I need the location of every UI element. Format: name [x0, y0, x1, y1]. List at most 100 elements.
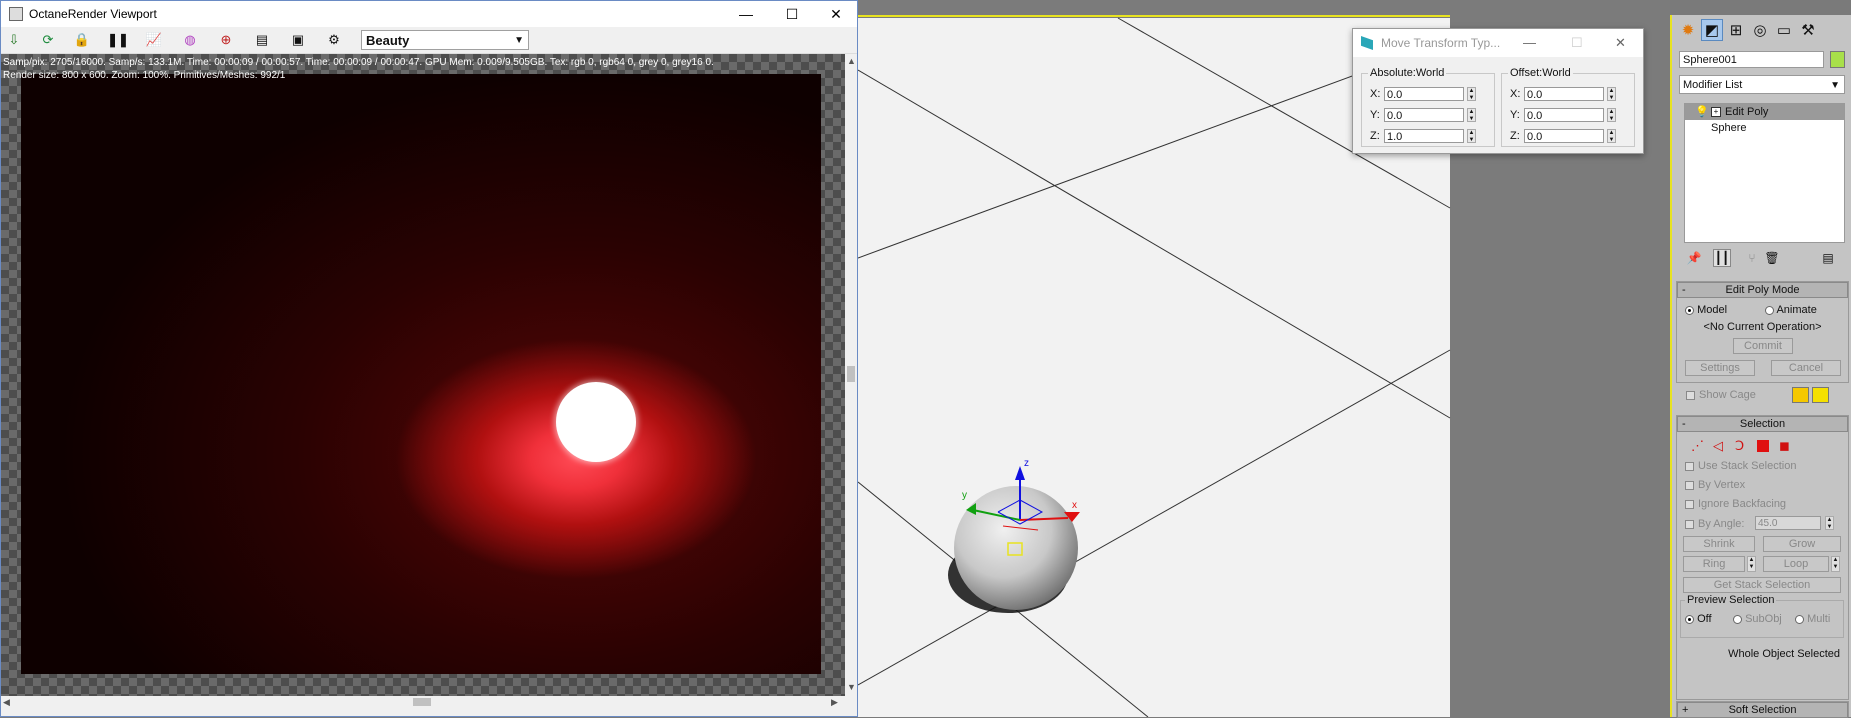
grow-button[interactable]: Grow	[1763, 536, 1841, 552]
model-radio[interactable]: Model	[1685, 304, 1727, 316]
remove-modifier-icon[interactable]: 🗑	[1763, 249, 1781, 267]
by-vertex-checkbox[interactable]: By Vertex	[1685, 479, 1745, 491]
pin-stack-icon[interactable]: 📌	[1685, 249, 1703, 267]
show-end-result-icon[interactable]: ┃┃	[1713, 249, 1731, 267]
shrink-button[interactable]: Shrink	[1683, 536, 1755, 552]
refresh-icon[interactable]: ⟳	[39, 31, 57, 49]
lock-icon[interactable]: 🔒	[73, 31, 91, 49]
save-icon[interactable]: ⇩	[5, 31, 23, 49]
modifier-stack[interactable]: 💡 + Edit Poly Sphere	[1684, 103, 1845, 243]
ignore-backfacing-check[interactable]	[1685, 499, 1694, 509]
window-minimize-button[interactable]: —	[723, 1, 769, 27]
ring-spinner[interactable]: ▲ ▼	[1747, 556, 1756, 572]
get-stack-selection-button[interactable]: Get Stack Selection	[1683, 577, 1841, 593]
object-color-swatch[interactable]	[1830, 51, 1845, 68]
octane-render-window[interactable]: OctaneRender Viewport — ☐ ✕ ⇩ ⟳ 🔒 ❚❚ 📈 ◍…	[0, 0, 858, 717]
edit-poly-mode-header[interactable]: - Edit Poly Mode	[1677, 282, 1848, 298]
by-angle-checkbox[interactable]: By Angle:	[1685, 518, 1744, 530]
cancel-button[interactable]: Cancel	[1771, 360, 1841, 376]
dialog-minimize-button[interactable]: —	[1523, 35, 1536, 50]
settings-icon[interactable]: ⚙	[325, 31, 343, 49]
animate-radio[interactable]: Animate	[1765, 304, 1817, 316]
radio-off[interactable]	[1685, 614, 1694, 624]
dialog-titlebar[interactable]: Move Transform Typ... — ☐ ✕	[1353, 29, 1643, 57]
modifier-list-dropdown[interactable]: Modifier List ▼	[1679, 75, 1845, 94]
preview-off-radio[interactable]: Off	[1685, 613, 1712, 625]
abs-x-spinner[interactable]: ▲ ▼	[1467, 87, 1476, 101]
settings-button[interactable]: Settings	[1685, 360, 1755, 376]
vertical-scroll-thumb[interactable]	[847, 366, 855, 382]
use-stack-check[interactable]	[1685, 461, 1694, 471]
render-canvas[interactable]	[1, 54, 845, 696]
scroll-down-icon[interactable]: ▼	[847, 682, 856, 692]
horizontal-scrollbar[interactable]: ◀ ▶	[1, 696, 845, 708]
radio-animate[interactable]	[1765, 305, 1774, 315]
selection-header[interactable]: - Selection	[1677, 416, 1848, 432]
angle-spinner[interactable]: ▲ ▼	[1825, 516, 1834, 530]
motion-tab-icon[interactable]: ◎	[1749, 19, 1771, 41]
edge-icon[interactable]: ◁	[1713, 438, 1723, 454]
show-cage-check[interactable]	[1686, 390, 1695, 400]
make-unique-icon[interactable]: ⑂	[1743, 249, 1761, 267]
modify-tab-icon[interactable]: ◩	[1701, 19, 1723, 41]
dialog-close-button[interactable]: ✕	[1615, 35, 1626, 51]
scroll-left-icon[interactable]: ◀	[3, 697, 10, 708]
expand-icon[interactable]: +	[1711, 107, 1721, 117]
soft-selection-header[interactable]: + Soft Selection	[1677, 702, 1848, 718]
octane-titlebar[interactable]: OctaneRender Viewport — ☐ ✕	[1, 1, 857, 27]
scroll-up-icon[interactable]: ▲	[847, 56, 856, 66]
render-pass-select[interactable]: Beauty ▼	[361, 30, 529, 50]
polygon-icon[interactable]	[1757, 440, 1769, 452]
camera-icon[interactable]: ▣	[289, 31, 307, 49]
stack-item-sphere[interactable]: Sphere	[1685, 120, 1844, 136]
off-x-spinner[interactable]: ▲ ▼	[1607, 87, 1616, 101]
film-icon[interactable]: ▤	[253, 31, 271, 49]
stack-item-edit-poly[interactable]: 💡 + Edit Poly	[1685, 104, 1844, 120]
vertical-scrollbar[interactable]: ▲ ▼	[845, 54, 857, 696]
off-x-input[interactable]: 0.0	[1524, 87, 1604, 101]
lightbulb-icon[interactable]: 💡	[1695, 104, 1709, 120]
utilities-tab-icon[interactable]: ⚒	[1797, 19, 1819, 41]
move-transform-dialog[interactable]: Move Transform Typ... — ☐ ✕ Absolute:Wor…	[1352, 28, 1644, 154]
by-angle-check[interactable]	[1685, 519, 1694, 529]
loop-button[interactable]: Loop	[1763, 556, 1829, 572]
abs-y-input[interactable]: 0.0	[1384, 108, 1464, 122]
preview-multi-radio[interactable]: Multi	[1795, 613, 1830, 625]
abs-z-input[interactable]: 1.0	[1384, 129, 1464, 143]
color-picker-icon[interactable]: ◍	[181, 31, 199, 49]
radio-multi[interactable]	[1795, 614, 1804, 624]
border-icon[interactable]: Ↄ	[1735, 438, 1744, 454]
by-vertex-check[interactable]	[1685, 480, 1694, 490]
angle-input[interactable]: 45.0	[1755, 516, 1821, 530]
display-tab-icon[interactable]: ▭	[1773, 19, 1795, 41]
abs-x-input[interactable]: 0.0	[1384, 87, 1464, 101]
vertex-icon[interactable]: ⋰	[1691, 438, 1704, 454]
configure-modifier-sets-icon[interactable]: ▤	[1819, 249, 1837, 267]
commit-button[interactable]: Commit	[1733, 338, 1793, 354]
window-maximize-button[interactable]: ☐	[769, 1, 815, 27]
ring-button[interactable]: Ring	[1683, 556, 1745, 572]
off-z-input[interactable]: 0.0	[1524, 129, 1604, 143]
cage-color-swatch-1[interactable]	[1792, 387, 1809, 403]
ignore-backfacing-checkbox[interactable]: Ignore Backfacing	[1685, 498, 1786, 510]
off-y-input[interactable]: 0.0	[1524, 108, 1604, 122]
cage-color-swatch-2[interactable]	[1812, 387, 1829, 403]
hierarchy-tab-icon[interactable]: ⊞	[1725, 19, 1747, 41]
object-name-field[interactable]: Sphere001	[1679, 51, 1824, 68]
off-z-spinner[interactable]: ▲ ▼	[1607, 129, 1616, 143]
scroll-right-icon[interactable]: ▶	[831, 697, 838, 708]
radio-model[interactable]	[1685, 305, 1694, 315]
element-icon[interactable]: ◼	[1779, 438, 1790, 454]
preview-subobj-radio[interactable]: SubObj	[1733, 613, 1782, 625]
create-tab-icon[interactable]: ✹	[1677, 19, 1699, 41]
off-y-spinner[interactable]: ▲ ▼	[1607, 108, 1616, 122]
pause-icon[interactable]: ❚❚	[107, 31, 129, 49]
horizontal-scroll-thumb[interactable]	[413, 698, 431, 706]
stats-icon[interactable]: 📈	[145, 31, 163, 49]
loop-spinner[interactable]: ▲ ▼	[1831, 556, 1840, 572]
window-close-button[interactable]: ✕	[813, 1, 859, 27]
abs-z-spinner[interactable]: ▲ ▼	[1467, 129, 1476, 143]
show-cage-checkbox[interactable]: Show Cage	[1686, 389, 1756, 401]
radio-subobj[interactable]	[1733, 614, 1742, 624]
region-icon[interactable]: ⊕	[217, 31, 235, 49]
